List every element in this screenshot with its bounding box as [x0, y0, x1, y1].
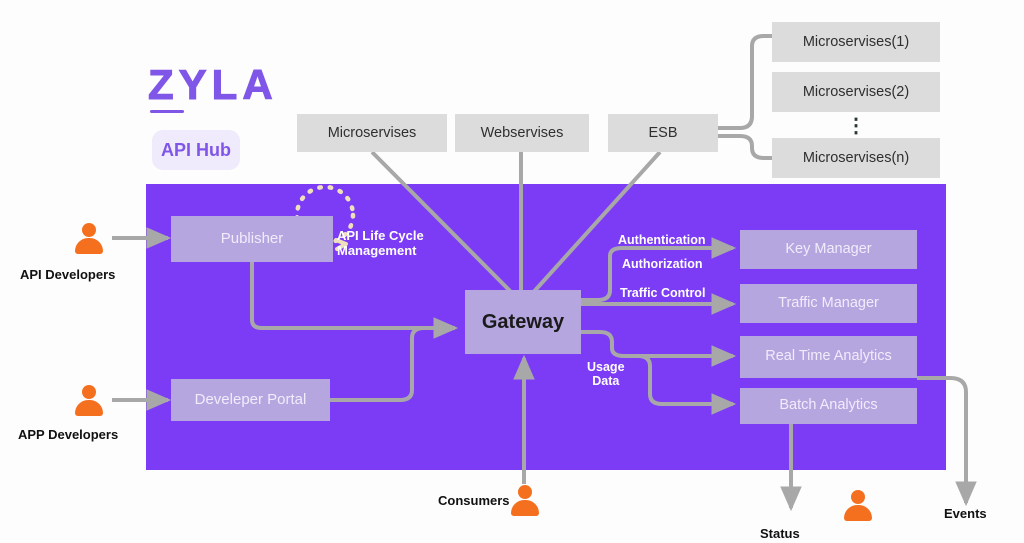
- status-label: Status: [760, 526, 800, 541]
- person-body: [511, 500, 539, 516]
- api-hub-badge: API Hub: [152, 130, 240, 170]
- person-head: [82, 223, 96, 237]
- publisher-box[interactable]: Publisher: [171, 216, 333, 262]
- app-developers-icon: [72, 384, 106, 418]
- real-time-analytics-box[interactable]: Real Time Analytics: [740, 336, 917, 378]
- brand-logo-zyla: ZYLA: [148, 61, 278, 108]
- microservises-ellipsis: ⋮: [772, 112, 940, 138]
- developer-portal-box[interactable]: Develeper Portal: [171, 379, 330, 421]
- external-box-microservises[interactable]: Microservises: [297, 114, 447, 152]
- api-developers-label: API Developers: [20, 267, 116, 282]
- consumers-icon: [508, 484, 542, 518]
- external-box-microservise-1-label: Microservises(1): [802, 33, 910, 50]
- end-user-icon: [841, 489, 875, 523]
- batch-analytics-box[interactable]: Batch Analytics: [740, 388, 917, 424]
- authentication-label: Authentication: [618, 233, 706, 247]
- api-life-cycle-label: API Life Cycle Management: [337, 228, 424, 258]
- person-body: [75, 238, 103, 254]
- key-manager-label: Key Manager: [785, 240, 872, 257]
- real-time-analytics-label: Real Time Analytics: [765, 348, 892, 365]
- external-box-microservise-n[interactable]: Microservises(n): [772, 138, 940, 178]
- publisher-label: Publisher: [220, 230, 284, 247]
- developer-portal-label: Develeper Portal: [194, 391, 307, 408]
- traffic-control-label: Traffic Control: [620, 286, 706, 300]
- external-box-esb-label: ESB: [648, 124, 678, 141]
- person-head: [82, 385, 96, 399]
- api-developers-icon: [72, 222, 106, 256]
- api-hub-badge-label: API Hub: [161, 140, 231, 160]
- external-box-microservise-2[interactable]: Microservises(2): [772, 72, 940, 112]
- person-head: [518, 485, 532, 499]
- consumers-label: Consumers: [438, 493, 510, 508]
- key-manager-box[interactable]: Key Manager: [740, 230, 917, 269]
- brand-logo-underline: [150, 110, 184, 113]
- external-box-microservise-1[interactable]: Microservises(1): [772, 22, 940, 62]
- external-box-esb[interactable]: ESB: [608, 114, 718, 152]
- app-developers-label: APP Developers: [18, 427, 119, 442]
- external-box-webservises-label: Webservises: [480, 124, 564, 141]
- external-box-microservise-2-label: Microservises(2): [802, 83, 910, 100]
- external-box-webservises[interactable]: Webservises: [455, 114, 589, 152]
- traffic-manager-box[interactable]: Traffic Manager: [740, 284, 917, 323]
- external-box-microservises-label: Microservises: [327, 124, 417, 141]
- gateway-label: Gateway: [481, 311, 565, 333]
- usage-data-label: Usage Data: [587, 360, 625, 389]
- person-head: [851, 490, 865, 504]
- external-box-microservise-n-label: Microservises(n): [802, 149, 910, 166]
- diagram-canvas: ZYLA API Hub Microservises Webservises E…: [0, 0, 1024, 543]
- person-body: [844, 505, 872, 521]
- events-label: Events: [944, 506, 987, 521]
- traffic-manager-label: Traffic Manager: [778, 294, 879, 311]
- authorization-label: Authorization: [622, 257, 703, 271]
- person-body: [75, 400, 103, 416]
- batch-analytics-label: Batch Analytics: [779, 397, 878, 414]
- gateway-box[interactable]: Gateway: [465, 290, 581, 354]
- microservises-ellipsis-glyph: ⋮: [846, 114, 866, 137]
